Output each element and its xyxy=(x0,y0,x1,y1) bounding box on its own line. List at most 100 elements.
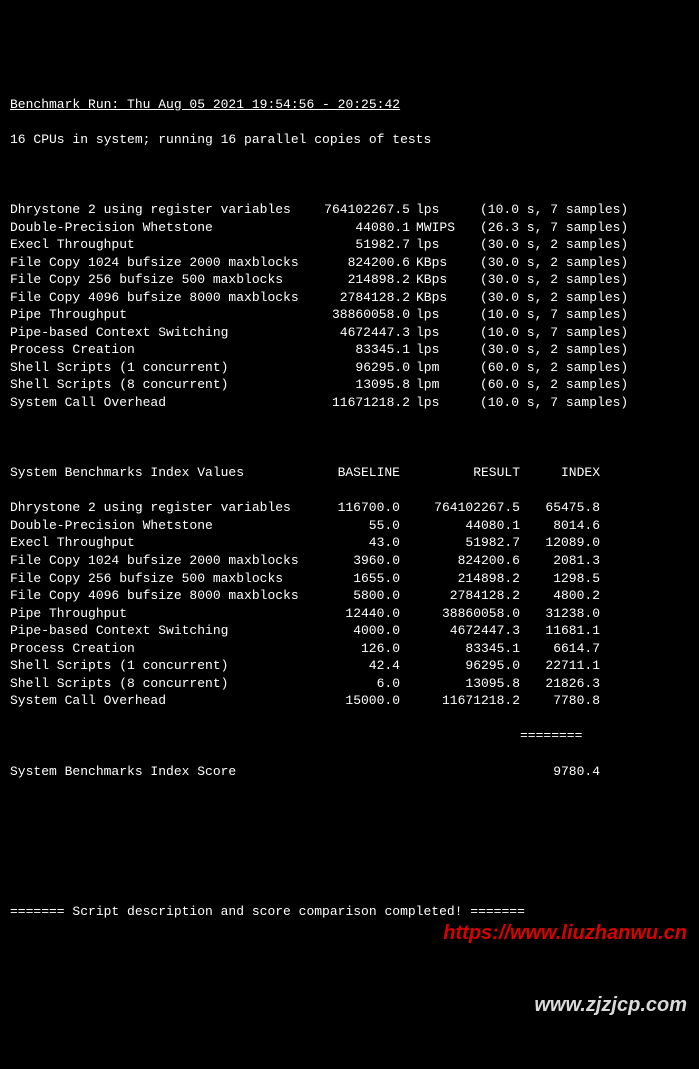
test-value: 44080.1 xyxy=(310,219,410,237)
index-baseline: 12440.0 xyxy=(310,605,400,623)
test-name: File Copy 256 bufsize 500 maxblocks xyxy=(10,271,310,289)
index-baseline: 5800.0 xyxy=(310,587,400,605)
index-result: 824200.6 xyxy=(400,552,520,570)
test-value: 764102267.5 xyxy=(310,201,410,219)
test-unit: lps xyxy=(410,306,460,324)
test-value: 38860058.0 xyxy=(310,306,410,324)
index-baseline: 6.0 xyxy=(310,675,400,693)
index-name: Pipe Throughput xyxy=(10,605,310,623)
index-result: 44080.1 xyxy=(400,517,520,535)
test-row: Shell Scripts (8 concurrent)13095.8lpm(6… xyxy=(10,376,689,394)
test-unit: lps xyxy=(410,201,460,219)
test-timing: (10.0 s, 7 samples) xyxy=(460,394,628,412)
index-result: 13095.8 xyxy=(400,675,520,693)
index-name: System Call Overhead xyxy=(10,692,310,710)
terminal-output: Benchmark Run: Thu Aug 05 2021 19:54:56 … xyxy=(10,78,689,938)
index-name: File Copy 256 bufsize 500 maxblocks xyxy=(10,570,310,588)
blank-line xyxy=(10,429,689,447)
index-baseline: 126.0 xyxy=(310,640,400,658)
blank-line xyxy=(10,798,689,816)
index-index: 31238.0 xyxy=(520,605,600,623)
test-unit: lpm xyxy=(410,376,460,394)
test-row: Pipe-based Context Switching4672447.3lps… xyxy=(10,324,689,342)
index-index: 6614.7 xyxy=(520,640,600,658)
test-timing: (60.0 s, 2 samples) xyxy=(460,376,628,394)
test-unit: lps xyxy=(410,324,460,342)
index-result: 2784128.2 xyxy=(400,587,520,605)
index-baseline: 116700.0 xyxy=(310,499,400,517)
test-name: Shell Scripts (1 concurrent) xyxy=(10,359,310,377)
test-row: Dhrystone 2 using register variables7641… xyxy=(10,201,689,219)
index-header-baseline: BASELINE xyxy=(310,464,400,482)
test-row: File Copy 4096 bufsize 8000 maxblocks278… xyxy=(10,289,689,307)
index-name: Pipe-based Context Switching xyxy=(10,622,310,640)
test-unit: KBps xyxy=(410,289,460,307)
index-row: Shell Scripts (8 concurrent)6.013095.821… xyxy=(10,675,689,693)
test-unit: KBps xyxy=(410,254,460,272)
index-row: Shell Scripts (1 concurrent)42.496295.02… xyxy=(10,657,689,675)
test-timing: (10.0 s, 7 samples) xyxy=(460,324,628,342)
index-name: Double-Precision Whetstone xyxy=(10,517,310,535)
test-row: Double-Precision Whetstone44080.1MWIPS(2… xyxy=(10,219,689,237)
test-unit: lpm xyxy=(410,359,460,377)
index-name: Dhrystone 2 using register variables xyxy=(10,499,310,517)
test-row: Process Creation83345.1lps(30.0 s, 2 sam… xyxy=(10,341,689,359)
blank-line xyxy=(10,833,689,851)
test-row: Pipe Throughput38860058.0lps(10.0 s, 7 s… xyxy=(10,306,689,324)
index-row: Dhrystone 2 using register variables1167… xyxy=(10,499,689,517)
index-header-row: System Benchmarks Index ValuesBASELINERE… xyxy=(10,464,689,482)
index-index: 1298.5 xyxy=(520,570,600,588)
test-name: File Copy 4096 bufsize 8000 maxblocks xyxy=(10,289,310,307)
index-baseline: 42.4 xyxy=(310,657,400,675)
test-timing: (30.0 s, 2 samples) xyxy=(460,271,628,289)
index-baseline: 4000.0 xyxy=(310,622,400,640)
index-index: 4800.2 xyxy=(520,587,600,605)
index-index: 2081.3 xyxy=(520,552,600,570)
test-name: Pipe Throughput xyxy=(10,306,310,324)
test-row: File Copy 1024 bufsize 2000 maxblocks824… xyxy=(10,254,689,272)
test-timing: (26.3 s, 7 samples) xyxy=(460,219,628,237)
index-row: File Copy 1024 bufsize 2000 maxblocks396… xyxy=(10,552,689,570)
index-baseline: 1655.0 xyxy=(310,570,400,588)
index-row: Process Creation126.083345.16614.7 xyxy=(10,640,689,658)
index-index: 8014.6 xyxy=(520,517,600,535)
index-row: Pipe-based Context Switching4000.0467244… xyxy=(10,622,689,640)
index-name: File Copy 4096 bufsize 8000 maxblocks xyxy=(10,587,310,605)
index-result: 83345.1 xyxy=(400,640,520,658)
test-name: Double-Precision Whetstone xyxy=(10,219,310,237)
watermark-url-2: www.zjzjcp.com xyxy=(443,993,687,1017)
test-value: 51982.7 xyxy=(310,236,410,254)
index-row: Execl Throughput43.051982.712089.0 xyxy=(10,534,689,552)
index-name: Shell Scripts (1 concurrent) xyxy=(10,657,310,675)
index-index: 21826.3 xyxy=(520,675,600,693)
test-row: Shell Scripts (1 concurrent)96295.0lpm(6… xyxy=(10,359,689,377)
test-row: File Copy 256 bufsize 500 maxblocks21489… xyxy=(10,271,689,289)
index-index: 65475.8 xyxy=(520,499,600,517)
blank-line xyxy=(10,868,689,886)
test-name: File Copy 1024 bufsize 2000 maxblocks xyxy=(10,254,310,272)
index-header-title: System Benchmarks Index Values xyxy=(10,464,310,482)
index-row: Pipe Throughput12440.038860058.031238.0 xyxy=(10,605,689,623)
test-value: 2784128.2 xyxy=(310,289,410,307)
test-unit: lps xyxy=(410,341,460,359)
index-result: 11671218.2 xyxy=(400,692,520,710)
test-name: Process Creation xyxy=(10,341,310,359)
index-index: 7780.8 xyxy=(520,692,600,710)
test-unit: lps xyxy=(410,394,460,412)
index-name: Process Creation xyxy=(10,640,310,658)
score-value: 9780.4 xyxy=(520,763,600,781)
index-index: 12089.0 xyxy=(520,534,600,552)
test-row: System Call Overhead11671218.2lps(10.0 s… xyxy=(10,394,689,412)
score-separator: ======== xyxy=(10,727,689,745)
index-header-index: INDEX xyxy=(520,464,600,482)
index-baseline: 43.0 xyxy=(310,534,400,552)
index-result: 51982.7 xyxy=(400,534,520,552)
test-value: 13095.8 xyxy=(310,376,410,394)
test-timing: (30.0 s, 2 samples) xyxy=(460,341,628,359)
cpu-info-line: 16 CPUs in system; running 16 parallel c… xyxy=(10,131,689,149)
index-row: System Call Overhead15000.011671218.2778… xyxy=(10,692,689,710)
test-timing: (10.0 s, 7 samples) xyxy=(460,201,628,219)
blank-line xyxy=(10,166,689,184)
index-index: 22711.1 xyxy=(520,657,600,675)
index-row: Double-Precision Whetstone55.044080.1801… xyxy=(10,517,689,535)
